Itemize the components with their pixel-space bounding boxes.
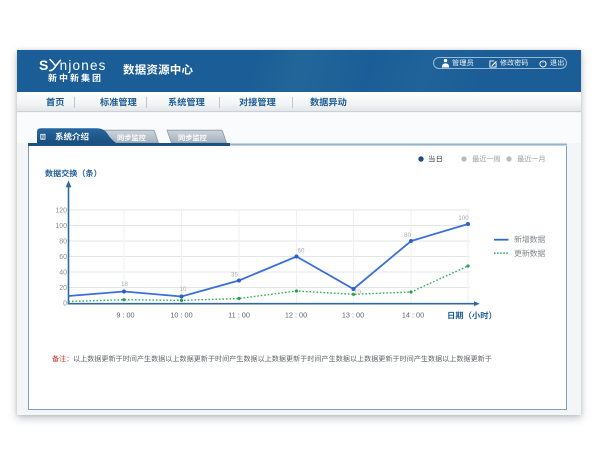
svg-text:80: 80 (404, 232, 411, 239)
svg-text:120: 120 (55, 208, 67, 215)
svg-text:20: 20 (59, 285, 67, 292)
svg-text:0: 0 (63, 301, 67, 308)
svg-text:10: 10 (354, 289, 361, 296)
svg-text:9 : 00: 9 : 00 (116, 310, 134, 319)
svg-text:80: 80 (59, 239, 67, 246)
svg-text:10 : 00: 10 : 00 (170, 310, 192, 319)
svg-text:100: 100 (55, 223, 67, 230)
svg-text:10: 10 (180, 286, 187, 293)
svg-text:18: 18 (121, 281, 128, 288)
svg-text:11 : 00: 11 : 00 (228, 310, 250, 319)
svg-text:13 : 00: 13 : 00 (342, 310, 364, 319)
svg-text:14 : 00: 14 : 00 (402, 310, 424, 319)
svg-text:60: 60 (59, 254, 67, 261)
svg-text:35: 35 (231, 272, 238, 279)
svg-text:100: 100 (458, 215, 469, 222)
svg-text:12 : 00: 12 : 00 (285, 310, 307, 319)
svg-text:40: 40 (59, 270, 67, 277)
svg-text:60: 60 (298, 248, 305, 255)
